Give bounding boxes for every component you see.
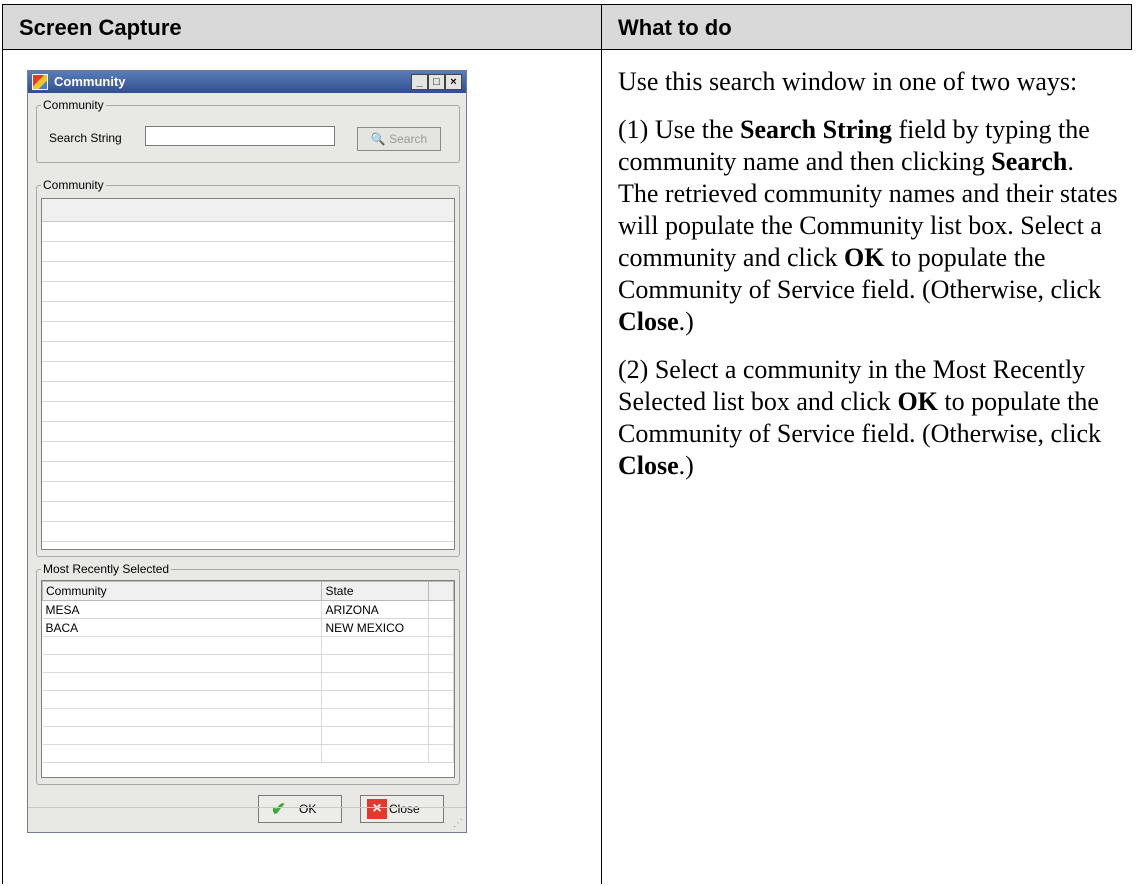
dialog-title: Community	[54, 74, 126, 89]
recent-group-label: Most Recently Selected	[41, 562, 172, 576]
community-list-row[interactable]	[42, 402, 454, 422]
community-cell	[42, 636, 323, 655]
community-cell	[42, 654, 323, 673]
search-button[interactable]: 🔍 Search	[357, 127, 441, 151]
table-border-right	[1131, 4, 1132, 50]
filler-cell	[428, 618, 454, 637]
filler-cell	[428, 600, 454, 619]
recent-list-box[interactable]: Community State MESA ARIZONA BACA NEW MEXIC…	[41, 580, 455, 778]
community-list-row[interactable]	[42, 302, 454, 322]
community-list-rows	[42, 222, 454, 542]
state-cell	[321, 708, 430, 727]
screen-capture-header: Screen Capture	[2, 4, 602, 50]
column-header-community[interactable]: Community	[42, 581, 323, 601]
community-cell	[42, 726, 323, 745]
instructions: Use this search window in one of two way…	[618, 66, 1118, 498]
community-cell: MESA	[42, 600, 323, 619]
community-cell	[42, 744, 323, 763]
column-header-filler	[428, 581, 454, 601]
community-results-group: Community	[36, 178, 460, 557]
community-cell	[42, 690, 323, 709]
status-bar: ⋰	[28, 807, 466, 832]
community-list-row[interactable]	[42, 382, 454, 402]
table-row[interactable]	[42, 654, 454, 673]
community-group-label: Community	[41, 178, 106, 192]
magnifier-icon: 🔍	[370, 132, 386, 146]
state-cell	[321, 726, 430, 745]
community-list-row[interactable]	[42, 462, 454, 482]
community-list-row[interactable]	[42, 362, 454, 382]
community-cell	[42, 708, 323, 727]
state-cell	[321, 654, 430, 673]
table-row[interactable]: MESA ARIZONA	[42, 600, 454, 619]
search-group-label: Community	[41, 98, 106, 112]
community-list-row[interactable]	[42, 222, 454, 242]
filler-cell	[428, 708, 454, 727]
table-row[interactable]	[42, 672, 454, 691]
community-list-row[interactable]	[42, 262, 454, 282]
dialog-titlebar[interactable]: Community _ □ ×	[28, 71, 466, 93]
table-border-left	[2, 50, 3, 884]
what-to-do-header: What to do	[601, 4, 1132, 50]
table-row[interactable]	[42, 708, 454, 727]
search-group: Community Search String 🔍 Search	[36, 98, 460, 163]
table-row[interactable]	[42, 744, 454, 763]
recent-table: Community State MESA ARIZONA BACA NEW MEXIC…	[42, 581, 454, 763]
community-list-row[interactable]	[42, 342, 454, 362]
community-list-row[interactable]	[42, 442, 454, 462]
community-list-box[interactable]	[41, 198, 455, 550]
community-list-row[interactable]	[42, 242, 454, 262]
filler-cell	[428, 636, 454, 655]
filler-cell	[428, 654, 454, 673]
community-cell: BACA	[42, 618, 323, 637]
community-cell	[42, 672, 323, 691]
state-cell: ARIZONA	[321, 600, 430, 619]
state-cell: NEW MEXICO	[321, 618, 430, 637]
table-row[interactable]	[42, 690, 454, 709]
community-dialog: Community _ □ × Community Search String …	[27, 70, 467, 833]
table-row[interactable]	[42, 636, 454, 655]
document-table: Screen Capture What to do Community _ □ …	[2, 4, 1132, 884]
search-button-label: Search	[389, 132, 428, 146]
community-list-row[interactable]	[42, 502, 454, 522]
search-string-label: Search String	[49, 131, 122, 145]
filler-cell	[428, 744, 454, 763]
search-string-input[interactable]	[145, 126, 335, 146]
column-header-state[interactable]: State	[321, 581, 430, 601]
state-cell	[321, 690, 430, 709]
community-list-row[interactable]	[42, 482, 454, 502]
state-cell	[321, 636, 430, 655]
recent-group: Most Recently Selected Community State M…	[36, 562, 460, 785]
table-row[interactable]: BACA NEW MEXICO	[42, 618, 454, 637]
community-list-row[interactable]	[42, 282, 454, 302]
instruction-intro: Use this search window in one of two way…	[618, 67, 1078, 96]
filler-cell	[428, 690, 454, 709]
filler-cell	[428, 726, 454, 745]
minimize-button[interactable]: _	[411, 74, 428, 90]
community-list-header	[42, 199, 454, 222]
recent-table-body: MESA ARIZONA BACA NEW MEXICO	[42, 600, 454, 763]
filler-cell	[428, 672, 454, 691]
community-list-row[interactable]	[42, 422, 454, 442]
instruction-step-1: (1) Use the Search String field by typin…	[618, 115, 1118, 336]
table-row[interactable]	[42, 726, 454, 745]
community-list-row[interactable]	[42, 522, 454, 542]
table-border-middle	[601, 50, 602, 884]
maximize-button[interactable]: □	[428, 74, 445, 90]
resize-grip-icon[interactable]: ⋰	[453, 818, 463, 829]
close-window-button[interactable]: ×	[445, 74, 462, 90]
app-icon	[32, 74, 48, 90]
community-list-row[interactable]	[42, 322, 454, 342]
state-cell	[321, 672, 430, 691]
window-controls: _ □ ×	[411, 74, 462, 90]
state-cell	[321, 744, 430, 763]
instruction-step-2: (2) Select a community in the Most Recen…	[618, 355, 1102, 480]
